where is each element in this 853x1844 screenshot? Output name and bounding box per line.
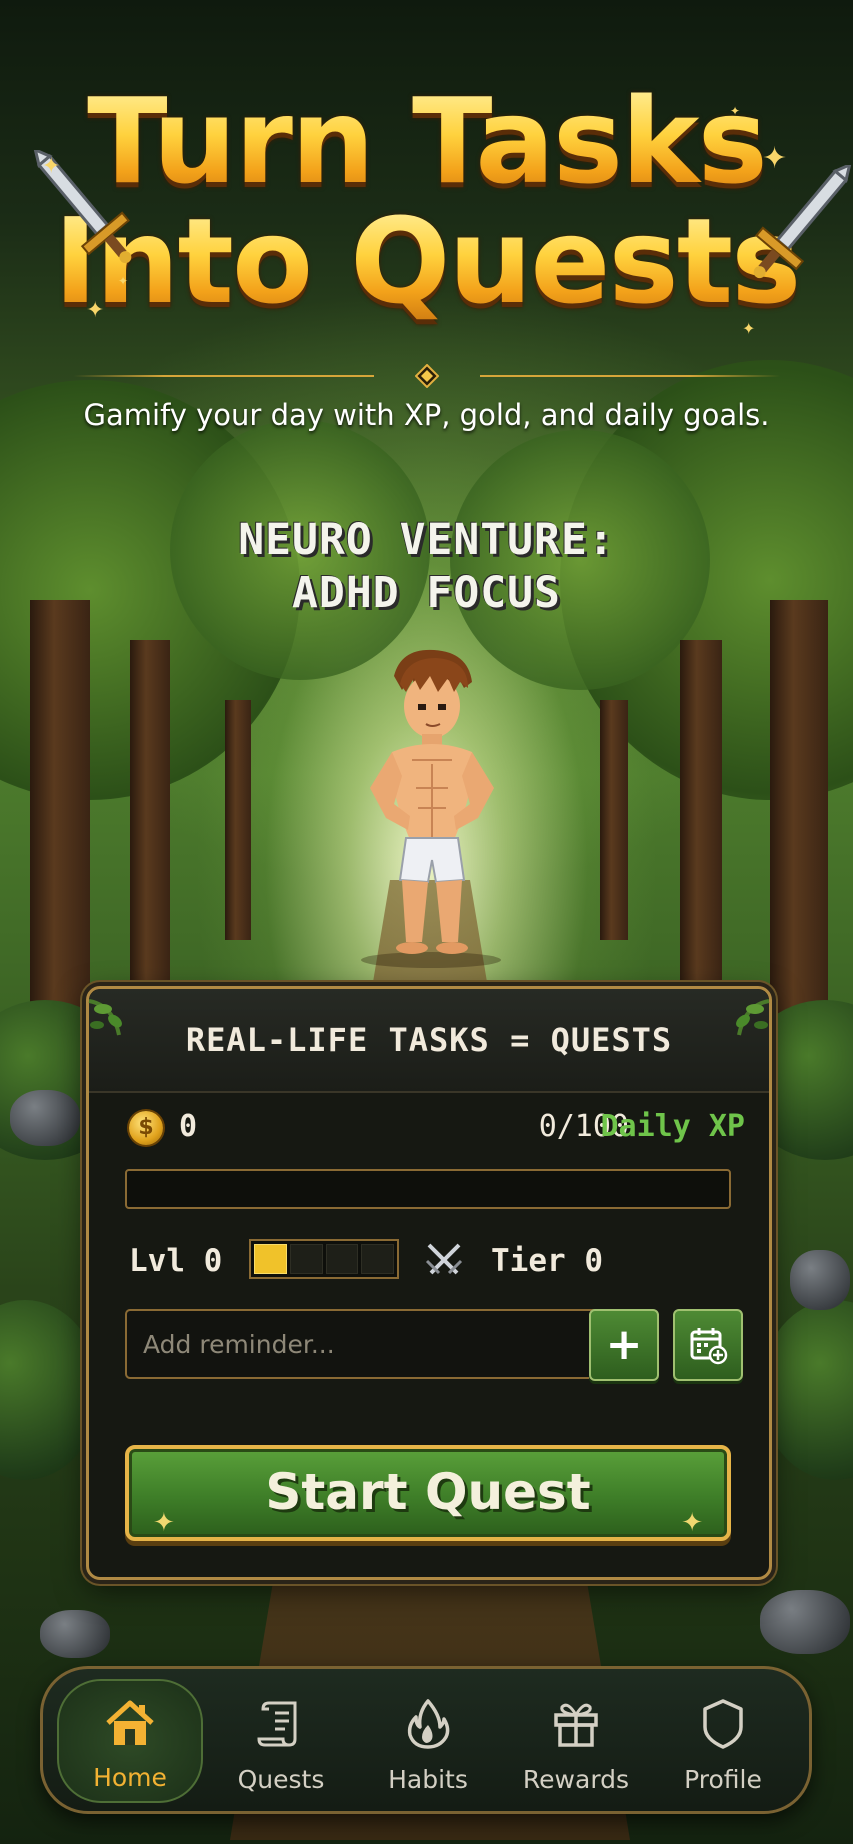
sparkle-icon: ✦ <box>762 141 788 176</box>
level-segment <box>254 1244 287 1274</box>
hero-character <box>361 649 501 968</box>
game-name-line-2: ADHD FOCUS <box>292 568 561 618</box>
start-quest-button[interactable]: ✦ Start Quest ✦ <box>125 1445 731 1541</box>
gold-count: 0 <box>179 1109 198 1144</box>
scroll-icon <box>257 1701 297 1747</box>
sparkle-icon: ✦ <box>730 104 741 118</box>
nav-item-habits[interactable]: Habits <box>355 1669 501 1811</box>
plus-icon: + <box>605 1319 643 1370</box>
tree-trunk <box>770 600 828 1020</box>
bush <box>0 1300 100 1480</box>
subtitle: Gamify your day with XP, gold, and daily… <box>83 398 770 432</box>
level-segment <box>289 1244 323 1274</box>
nav-item-profile[interactable]: Profile <box>650 1669 796 1811</box>
nav-label: Rewards <box>522 1765 630 1794</box>
sparkle-icon: ✦ <box>153 1508 175 1538</box>
nav-label: Quests <box>237 1765 325 1794</box>
level-segment <box>325 1244 359 1274</box>
quest-panel: REAL-LIFE TASKS = QUESTS $ 0 0/100 Daily… <box>86 986 772 1580</box>
rock <box>790 1250 850 1310</box>
calendar-add-icon <box>690 1328 728 1365</box>
nav-label: Habits <box>388 1765 468 1794</box>
sparkle-icon: ✦ <box>42 154 61 179</box>
level-segment <box>361 1244 394 1274</box>
nav-label: Profile <box>684 1765 762 1794</box>
sword-icon <box>753 165 852 279</box>
panel-header: REAL-LIFE TASKS = QUESTS <box>88 989 770 1093</box>
nav-label: Home <box>93 1763 167 1792</box>
rock <box>760 1590 850 1654</box>
xp-label: Daily XP <box>600 1109 746 1144</box>
gift-icon <box>554 1703 598 1747</box>
tree-trunk <box>30 600 90 1020</box>
sparkle-icon: ✦ <box>118 274 129 288</box>
schedule-button[interactable] <box>673 1309 743 1381</box>
tree-trunk <box>130 640 170 980</box>
gold-coin-icon: $ <box>129 1111 163 1145</box>
nav-item-rewards[interactable]: Rewards <box>503 1669 649 1811</box>
ornament-divider <box>74 364 780 388</box>
diamond-icon <box>415 364 439 388</box>
tier-label: Tier 0 <box>491 1243 603 1279</box>
xp-progress-bar <box>125 1169 731 1209</box>
panel-title: REAL-LIFE TASKS = QUESTS <box>185 1021 673 1059</box>
bush <box>760 1300 853 1480</box>
nav-item-quests[interactable]: Quests <box>208 1669 354 1811</box>
tree-trunk <box>680 640 722 980</box>
nav-item-home[interactable]: Home <box>57 1679 203 1803</box>
level-label: Lvl 0 <box>129 1243 223 1279</box>
reminder-input[interactable] <box>125 1309 599 1379</box>
tree-trunk <box>225 700 251 940</box>
level-progress-bar <box>249 1239 399 1279</box>
bottom-nav: Home Quests Habits Rewards Profile <box>40 1666 812 1814</box>
sparkle-icon: ✦ <box>86 298 105 323</box>
shield-icon <box>703 1699 743 1749</box>
start-quest-label: Start Quest <box>265 1463 591 1521</box>
add-reminder-button[interactable]: + <box>589 1309 659 1381</box>
rock <box>40 1610 110 1658</box>
sparkle-icon: ✦ <box>742 319 756 338</box>
sparkle-icon: ✦ <box>681 1508 703 1538</box>
home-icon <box>106 1700 154 1745</box>
flame-icon <box>407 1699 450 1749</box>
game-name-line-1: NEURO VENTURE: <box>238 515 615 565</box>
rock <box>10 1090 80 1146</box>
crossed-swords-icon <box>425 1243 463 1275</box>
tree-trunk <box>600 700 628 940</box>
